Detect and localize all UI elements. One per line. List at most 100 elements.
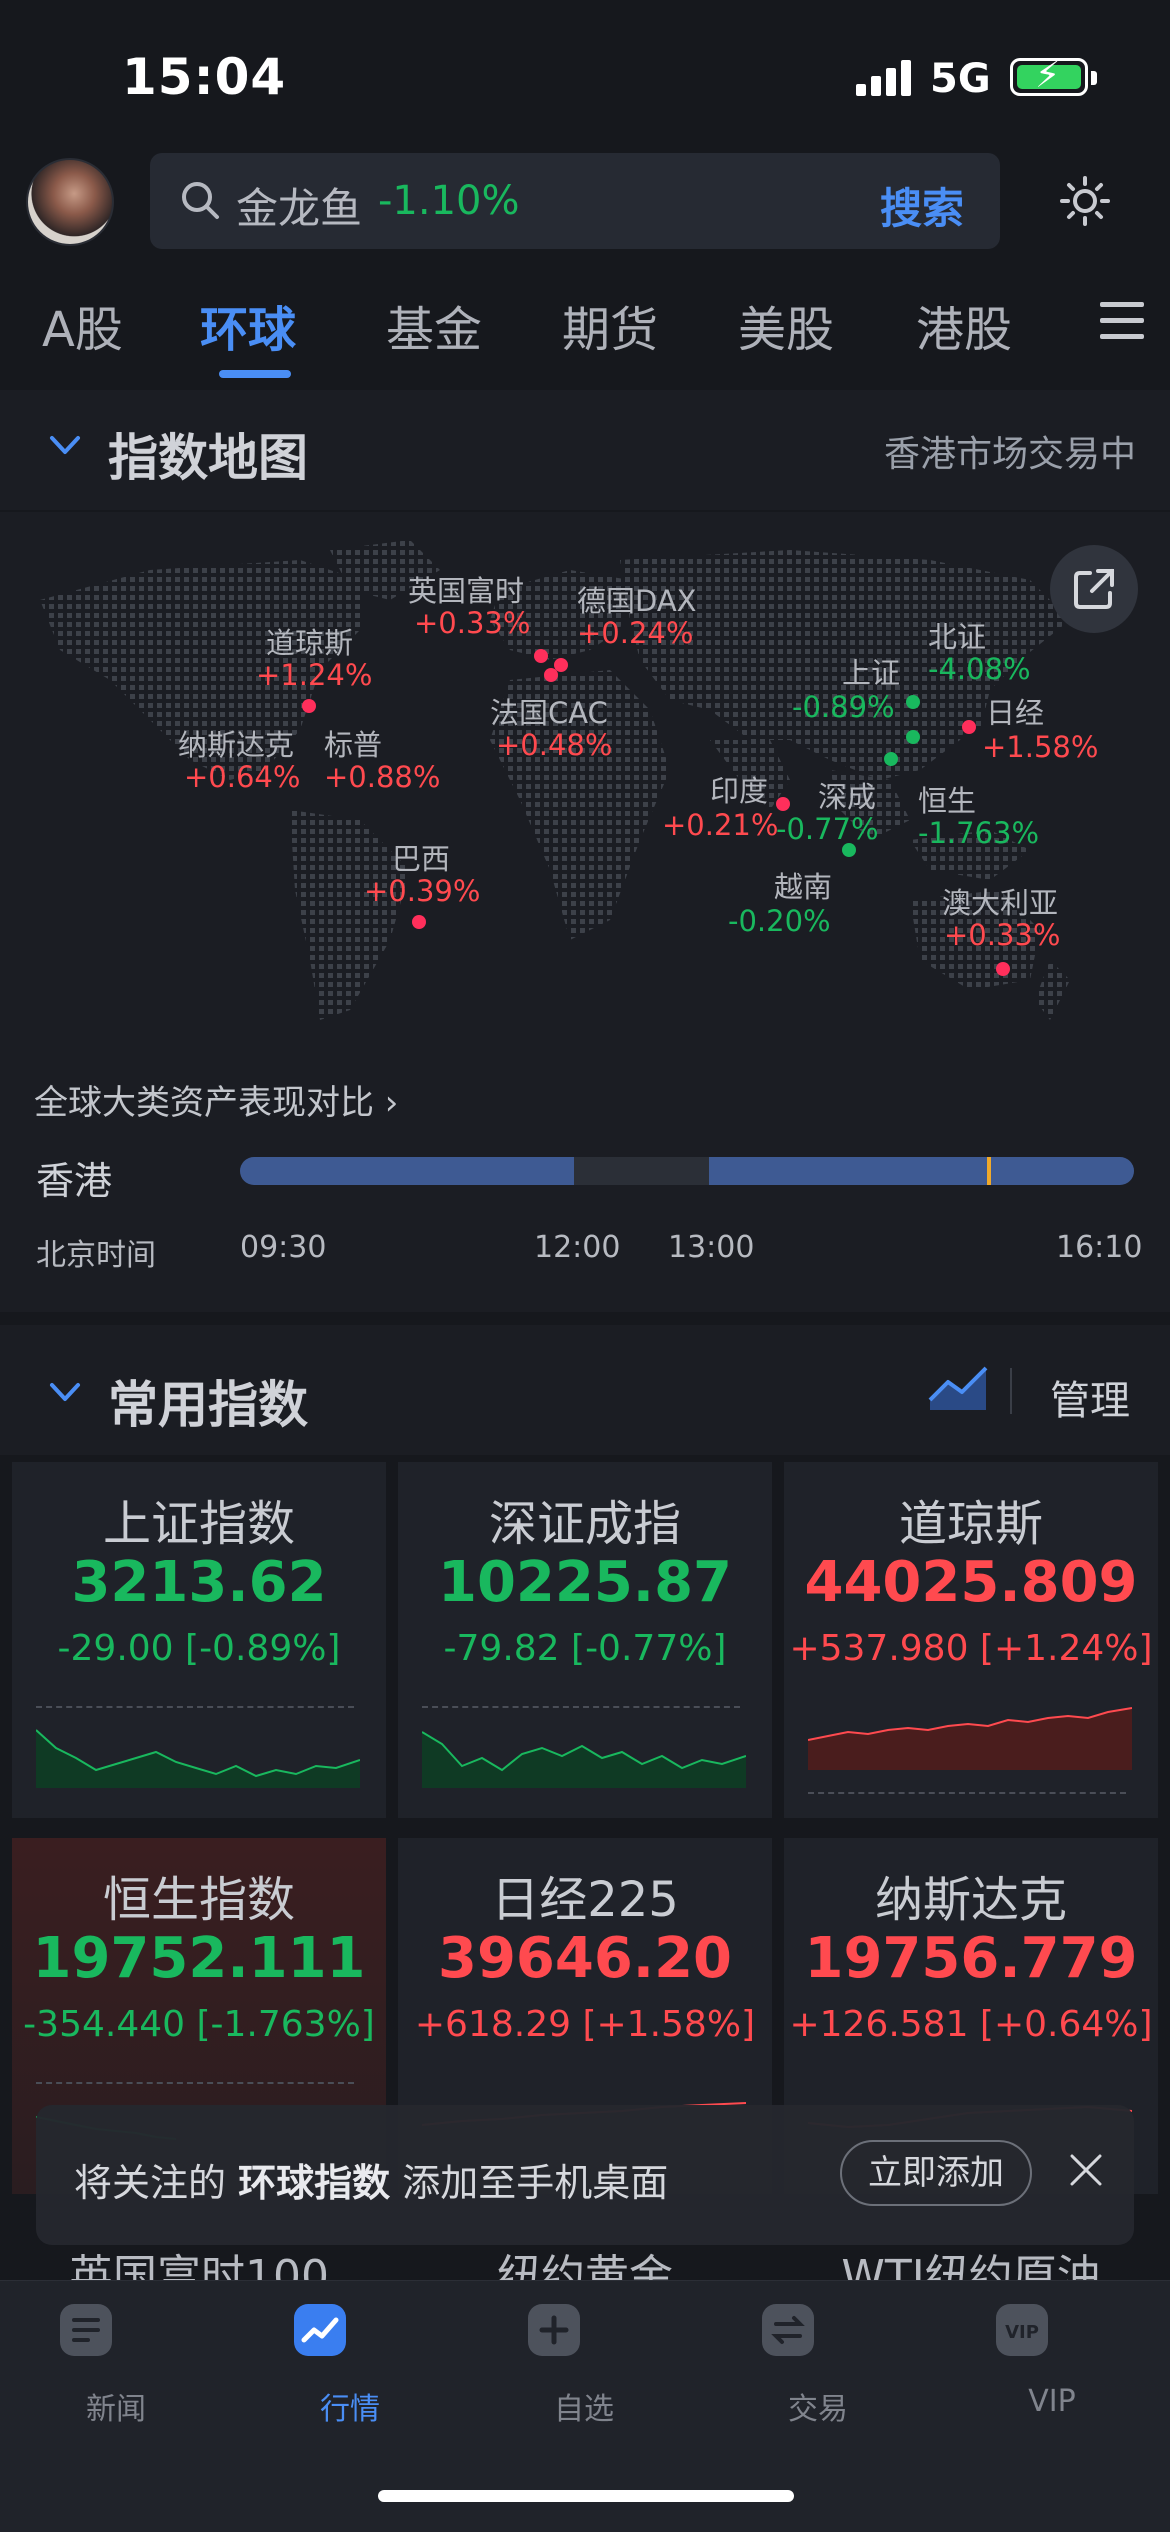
common-indices-title: 常用指数 xyxy=(108,1376,308,1434)
index-card-change: -29.00 [-0.89%] xyxy=(57,1628,341,1669)
search-keyword-change: -1.10% xyxy=(378,178,520,224)
map-marker-brazil-name[interactable]: 巴西 xyxy=(392,836,450,878)
toast-message-highlight: 环球指数 xyxy=(238,2161,391,2205)
index-card-sparkline xyxy=(36,1729,360,1788)
tab-us-stocks[interactable]: 美股 xyxy=(738,290,834,360)
market-chart-icon xyxy=(294,2304,346,2356)
map-marker-vietnam-change: -0.20% xyxy=(728,904,831,938)
map-marker-hsi-change: -1.763% xyxy=(918,816,1040,850)
nav-trade[interactable]: 交易 xyxy=(758,2300,878,2428)
map-marker-ftse-change: +0.33% xyxy=(414,606,531,640)
index-card-name: 纳斯达克 xyxy=(874,1872,1067,1928)
index-card-baseline xyxy=(36,1706,354,1708)
svg-text:VIP: VIP xyxy=(1005,2322,1039,2343)
index-card-value: 19756.779 xyxy=(804,1926,1138,1991)
map-marker-hsi-name[interactable]: 恒生 xyxy=(918,778,976,820)
search-button[interactable]: 搜索 xyxy=(880,175,964,236)
manage-button[interactable]: 管理 xyxy=(1050,1368,1130,1426)
map-dot-australia xyxy=(996,962,1010,976)
index-card-change: -354.440 [-1.763%] xyxy=(23,2004,375,2045)
trading-timeline xyxy=(240,1157,1134,1185)
map-dot-dow xyxy=(302,699,316,713)
nav-label: 新闻 xyxy=(86,2392,146,2427)
map-marker-australia-name[interactable]: 澳大利亚 xyxy=(942,880,1058,922)
map-marker-sp500-change: +0.88% xyxy=(324,760,441,794)
map-marker-bse-name[interactable]: 北证 xyxy=(928,614,986,656)
chevron-down-icon[interactable] xyxy=(48,428,82,462)
map-marker-india-name[interactable]: 印度 xyxy=(710,768,768,810)
map-marker-nikkei-name[interactable]: 日经 xyxy=(986,690,1044,732)
index-card-name: 恒生指数 xyxy=(102,1872,295,1928)
nav-label: VIP xyxy=(1028,2384,1076,2419)
chevron-down-icon[interactable] xyxy=(48,1375,82,1409)
tab-futures[interactable]: 期货 xyxy=(562,290,658,360)
map-marker-nikkei-change: +1.58% xyxy=(982,730,1099,764)
index-card-change: +126.581 [+0.64%] xyxy=(789,2004,1153,2045)
network-type: 5G xyxy=(930,56,991,102)
index-card-value: 39646.20 xyxy=(437,1926,733,1991)
map-marker-cac-change: +0.48% xyxy=(496,728,613,762)
map-dot-bse xyxy=(906,730,920,744)
nav-watchlist[interactable]: 自选 xyxy=(524,2300,644,2428)
map-marker-dow-name[interactable]: 道琼斯 xyxy=(266,620,353,662)
index-card-change: +618.29 [+1.58%] xyxy=(414,2004,756,2045)
map-dot-nikkei xyxy=(962,720,976,734)
index-card-baseline xyxy=(422,1706,740,1708)
add-now-button[interactable]: 立即添加 xyxy=(840,2140,1032,2206)
timeline-beijing-time-label: 北京时间 xyxy=(36,1238,156,1273)
map-dot-cac xyxy=(544,668,558,682)
index-card-change: +537.980 [+1.24%] xyxy=(789,1628,1153,1669)
nav-market[interactable]: 行情 xyxy=(290,2300,410,2428)
map-dot-ftse xyxy=(534,649,548,663)
index-card-value: 3213.62 xyxy=(71,1550,327,1615)
map-marker-cac-name[interactable]: 法国CAC xyxy=(490,690,608,732)
map-marker-sse-name[interactable]: 上证 xyxy=(842,650,900,692)
nav-vip[interactable]: VIP VIP xyxy=(992,2300,1112,2419)
map-marker-dax-name[interactable]: 德国DAX xyxy=(577,578,697,620)
search-keyword: 金龙鱼 xyxy=(236,184,363,233)
index-card-name: 道琼斯 xyxy=(898,1496,1043,1552)
index-card-value: 10225.87 xyxy=(437,1550,733,1615)
map-marker-vietnam-name[interactable]: 越南 xyxy=(774,864,832,906)
market-status: 香港市场交易中 xyxy=(884,434,1137,475)
timeline-time: 16:10 xyxy=(1056,1230,1143,1265)
battery-icon: ⚡ xyxy=(1010,55,1097,96)
map-marker-sp500-name[interactable]: 标普 xyxy=(324,722,382,764)
nav-label: 自选 xyxy=(554,2392,614,2427)
index-card-value: 19752.111 xyxy=(32,1926,366,1991)
map-dot-brazil xyxy=(412,915,426,929)
index-card-baseline xyxy=(808,1792,1126,1794)
tab-active-indicator xyxy=(219,370,291,378)
toast-message: 将关注的 环球指数 添加至手机桌面 xyxy=(74,2152,668,2207)
map-marker-szse-name[interactable]: 深成 xyxy=(818,774,876,816)
tab-funds[interactable]: 基金 xyxy=(386,290,482,360)
vip-icon: VIP xyxy=(996,2304,1048,2356)
close-icon[interactable] xyxy=(1066,2150,1106,2190)
map-marker-dow-change: +1.24% xyxy=(256,658,373,692)
nav-news[interactable]: 新闻 xyxy=(56,2300,176,2428)
map-marker-szse-change: -0.77% xyxy=(776,812,879,846)
avatar[interactable] xyxy=(26,158,114,246)
map-marker-ftse-name[interactable]: 英国富时 xyxy=(408,568,524,610)
header-divider xyxy=(1010,1368,1012,1414)
map-marker-india-change: +0.21% xyxy=(662,808,779,842)
trade-swap-icon xyxy=(762,2304,814,2356)
index-card-change: -79.82 [-0.77%] xyxy=(443,1628,727,1669)
toast-message-prefix: 将关注的 xyxy=(74,2161,239,2205)
timeline-market-label: 香港 xyxy=(36,1159,113,1203)
share-button[interactable] xyxy=(1050,545,1138,633)
chart-view-icon[interactable] xyxy=(928,1360,990,1416)
map-dot-sse xyxy=(906,695,920,709)
map-marker-australia-change: +0.33% xyxy=(944,918,1061,952)
tab-hk-stocks[interactable]: 港股 xyxy=(916,290,1012,360)
home-indicator[interactable] xyxy=(378,2490,794,2502)
map-marker-nasdaq-name[interactable]: 纳斯达克 xyxy=(178,722,294,764)
tab-a-shares[interactable]: A股 xyxy=(42,290,123,360)
nav-label: 交易 xyxy=(788,2392,848,2427)
brightness-icon[interactable] xyxy=(1060,176,1110,226)
global-asset-comparison-link[interactable]: 全球大类资产表现对比 › xyxy=(34,1075,398,1124)
status-time: 15:04 xyxy=(122,48,287,106)
menu-icon[interactable] xyxy=(1100,302,1144,340)
index-card-name: 日经225 xyxy=(491,1872,679,1928)
tab-global[interactable]: 环球 xyxy=(200,290,296,360)
